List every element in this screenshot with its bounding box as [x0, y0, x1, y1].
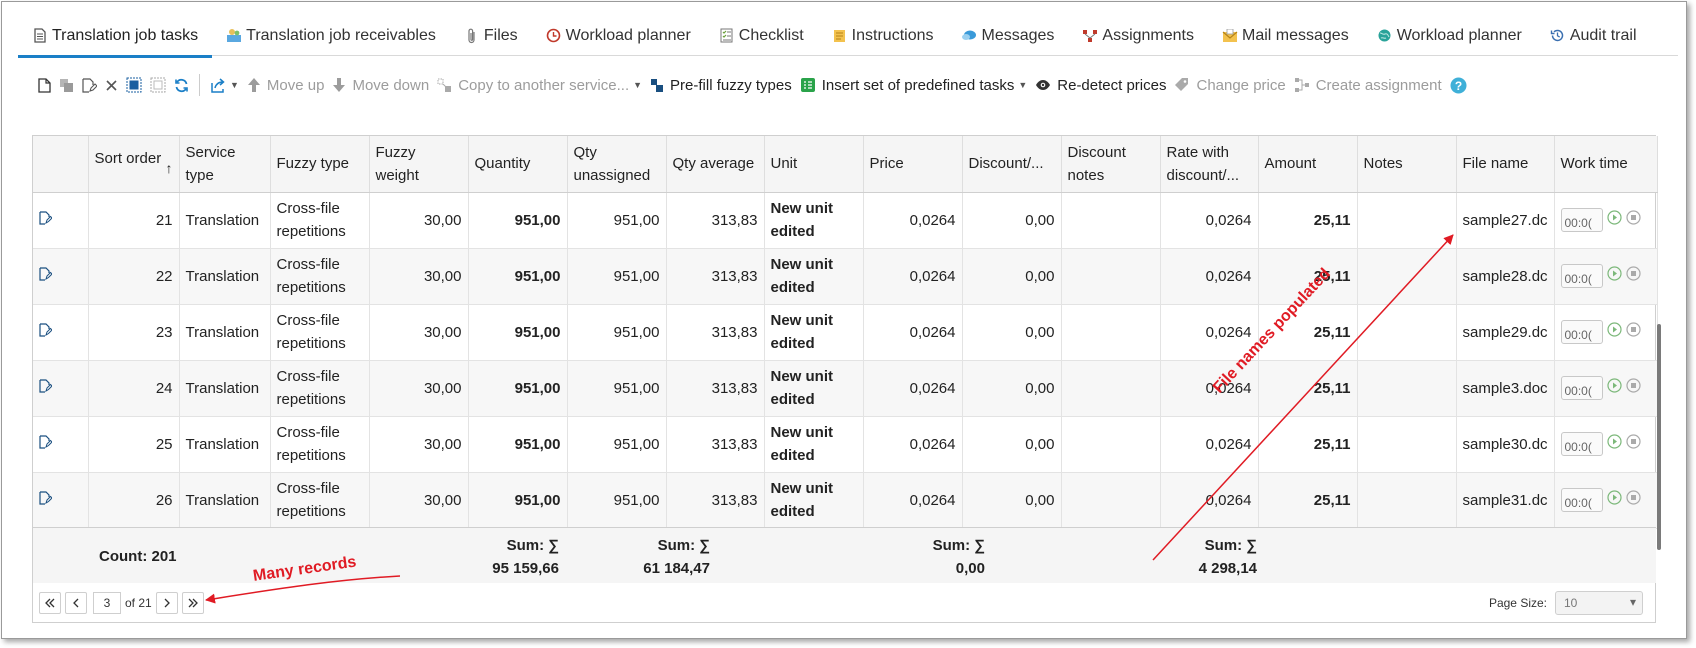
annotation-overlay	[205, 234, 1454, 604]
many-records-arrow	[205, 575, 401, 604]
